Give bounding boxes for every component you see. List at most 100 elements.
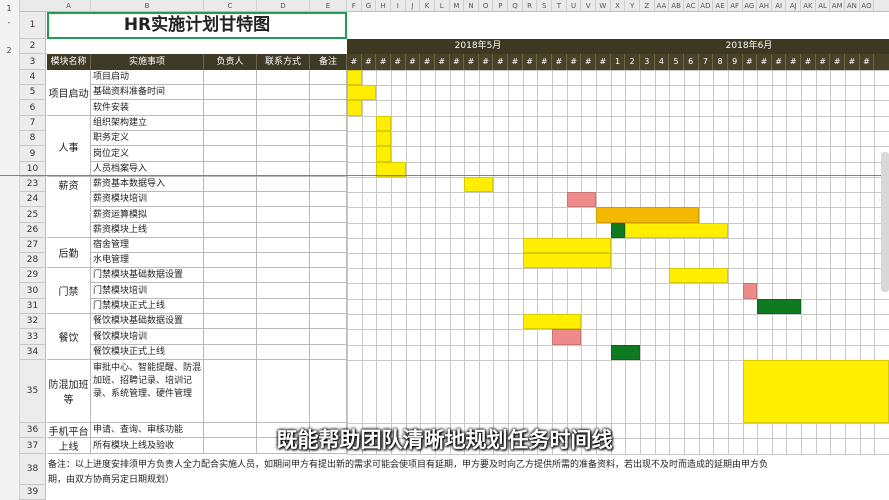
empty-cell[interactable]	[204, 207, 257, 223]
day-header[interactable]: #	[435, 54, 450, 70]
day-header[interactable]: #	[743, 54, 758, 70]
day-header[interactable]: #	[347, 54, 362, 70]
column-header-B[interactable]: B	[91, 0, 204, 12]
note-line-2[interactable]: 期，由双方协商另定日期规划）	[48, 472, 888, 485]
column-header-I[interactable]: I	[391, 0, 406, 12]
column-header-E[interactable]: E	[310, 0, 347, 12]
day-header[interactable]: 3	[640, 54, 655, 70]
empty-cell[interactable]	[257, 131, 310, 146]
gantt-bar-plan[interactable]	[625, 223, 728, 238]
category-mobile[interactable]: 手机平台	[47, 423, 91, 438]
day-header[interactable]: #	[523, 54, 538, 70]
empty-cell[interactable]	[310, 177, 347, 192]
row-header[interactable]: 3	[20, 54, 46, 70]
gantt-bar-done[interactable]	[757, 299, 802, 314]
gantt-bar-delay[interactable]	[552, 329, 582, 345]
empty-cell[interactable]	[257, 329, 310, 345]
day-header[interactable]: #	[406, 54, 421, 70]
gantt-bar-plan[interactable]	[376, 146, 391, 162]
column-header-S[interactable]: S	[537, 0, 553, 12]
column-header-AI[interactable]: AI	[772, 0, 787, 12]
gantt-bar-plan[interactable]	[376, 116, 391, 131]
empty-cell[interactable]	[310, 253, 347, 268]
day-header[interactable]: 6	[684, 54, 699, 70]
gantt-bar-done[interactable]	[610, 223, 626, 238]
column-header-K[interactable]: K	[420, 0, 435, 12]
empty-cell[interactable]	[310, 85, 347, 100]
empty-cell[interactable]	[204, 314, 257, 329]
day-header[interactable]: #	[391, 54, 406, 70]
day-header[interactable]: 5	[669, 54, 684, 70]
column-header-N[interactable]: N	[464, 0, 479, 12]
row-header[interactable]: 34	[20, 345, 46, 360]
row-header[interactable]: 35	[20, 360, 46, 423]
day-header[interactable]: #	[552, 54, 567, 70]
task-cell[interactable]: 软件安装	[91, 100, 204, 116]
day-header[interactable]: #	[860, 54, 875, 70]
day-header[interactable]: 8	[713, 54, 728, 70]
empty-cell[interactable]	[257, 253, 310, 268]
column-header-T[interactable]: T	[552, 0, 567, 12]
empty-cell[interactable]	[257, 85, 310, 100]
outline-level-2-button[interactable]: 2	[4, 46, 14, 56]
gantt-bar-plan[interactable]	[742, 360, 889, 423]
task-cell[interactable]: 门禁模块正式上线	[91, 299, 204, 314]
empty-cell[interactable]	[257, 223, 310, 238]
gantt-bar-plan[interactable]	[347, 70, 362, 85]
task-cell[interactable]: 组织架构建立	[91, 116, 204, 131]
empty-cell[interactable]	[310, 70, 347, 85]
column-header-Q[interactable]: Q	[508, 0, 523, 12]
task-cell[interactable]: 审批中心、智能提醒、防混加班、招聘记录、培训记录、系统管理、硬件管理	[91, 360, 204, 423]
day-header[interactable]: 4	[655, 54, 670, 70]
category-dining[interactable]: 餐饮	[47, 314, 91, 360]
empty-cell[interactable]	[204, 146, 257, 162]
empty-cell[interactable]	[204, 100, 257, 116]
column-header-AO[interactable]: AO	[860, 0, 875, 12]
column-header-AM[interactable]: AM	[830, 0, 846, 12]
column-header-V[interactable]: V	[581, 0, 597, 12]
row-header[interactable]: 2	[20, 39, 46, 54]
row-header[interactable]: 25	[20, 207, 46, 223]
empty-cell[interactable]	[204, 238, 257, 253]
day-header[interactable]: #	[362, 54, 377, 70]
day-header[interactable]: #	[537, 54, 553, 70]
row-header[interactable]: 1	[20, 12, 46, 39]
row-header[interactable]: 36	[20, 423, 46, 438]
day-header[interactable]: #	[801, 54, 816, 70]
day-header[interactable]: #	[830, 54, 846, 70]
empty-cell[interactable]	[310, 329, 347, 345]
outline-level-1-button[interactable]: 1	[4, 4, 14, 14]
row-header[interactable]: 7	[20, 116, 46, 131]
gantt-bar-plan[interactable]	[669, 268, 728, 283]
gantt-bar-plan[interactable]	[347, 85, 377, 100]
day-header[interactable]: #	[845, 54, 860, 70]
empty-cell[interactable]	[310, 223, 347, 238]
empty-cell[interactable]	[257, 116, 310, 131]
day-header[interactable]: 1	[611, 54, 626, 70]
row-header[interactable]: 26	[20, 223, 46, 238]
column-header-J[interactable]: J	[406, 0, 421, 12]
empty-cell[interactable]	[257, 283, 310, 299]
column-header-AJ[interactable]: AJ	[786, 0, 802, 12]
gantt-bar-delay[interactable]	[742, 283, 758, 299]
empty-cell[interactable]	[204, 283, 257, 299]
column-header-AB[interactable]: AB	[669, 0, 684, 12]
empty-cell[interactable]	[204, 299, 257, 314]
empty-cell[interactable]	[257, 100, 310, 116]
day-header[interactable]: #	[376, 54, 391, 70]
column-header-AN[interactable]: AN	[845, 0, 860, 12]
empty-cell[interactable]	[310, 314, 347, 329]
empty-cell[interactable]	[204, 177, 257, 192]
empty-cell[interactable]	[204, 329, 257, 345]
column-header-AC[interactable]: AC	[684, 0, 699, 12]
row-header[interactable]: 6	[20, 100, 46, 116]
day-header[interactable]: #	[757, 54, 772, 70]
task-cell[interactable]: 职务定义	[91, 131, 204, 146]
empty-cell[interactable]	[204, 70, 257, 85]
row-header[interactable]: 39	[20, 485, 46, 500]
column-header-R[interactable]: R	[523, 0, 538, 12]
empty-cell[interactable]	[257, 314, 310, 329]
day-header[interactable]: #	[420, 54, 435, 70]
empty-cell[interactable]	[257, 146, 310, 162]
column-header-H[interactable]: H	[376, 0, 391, 12]
